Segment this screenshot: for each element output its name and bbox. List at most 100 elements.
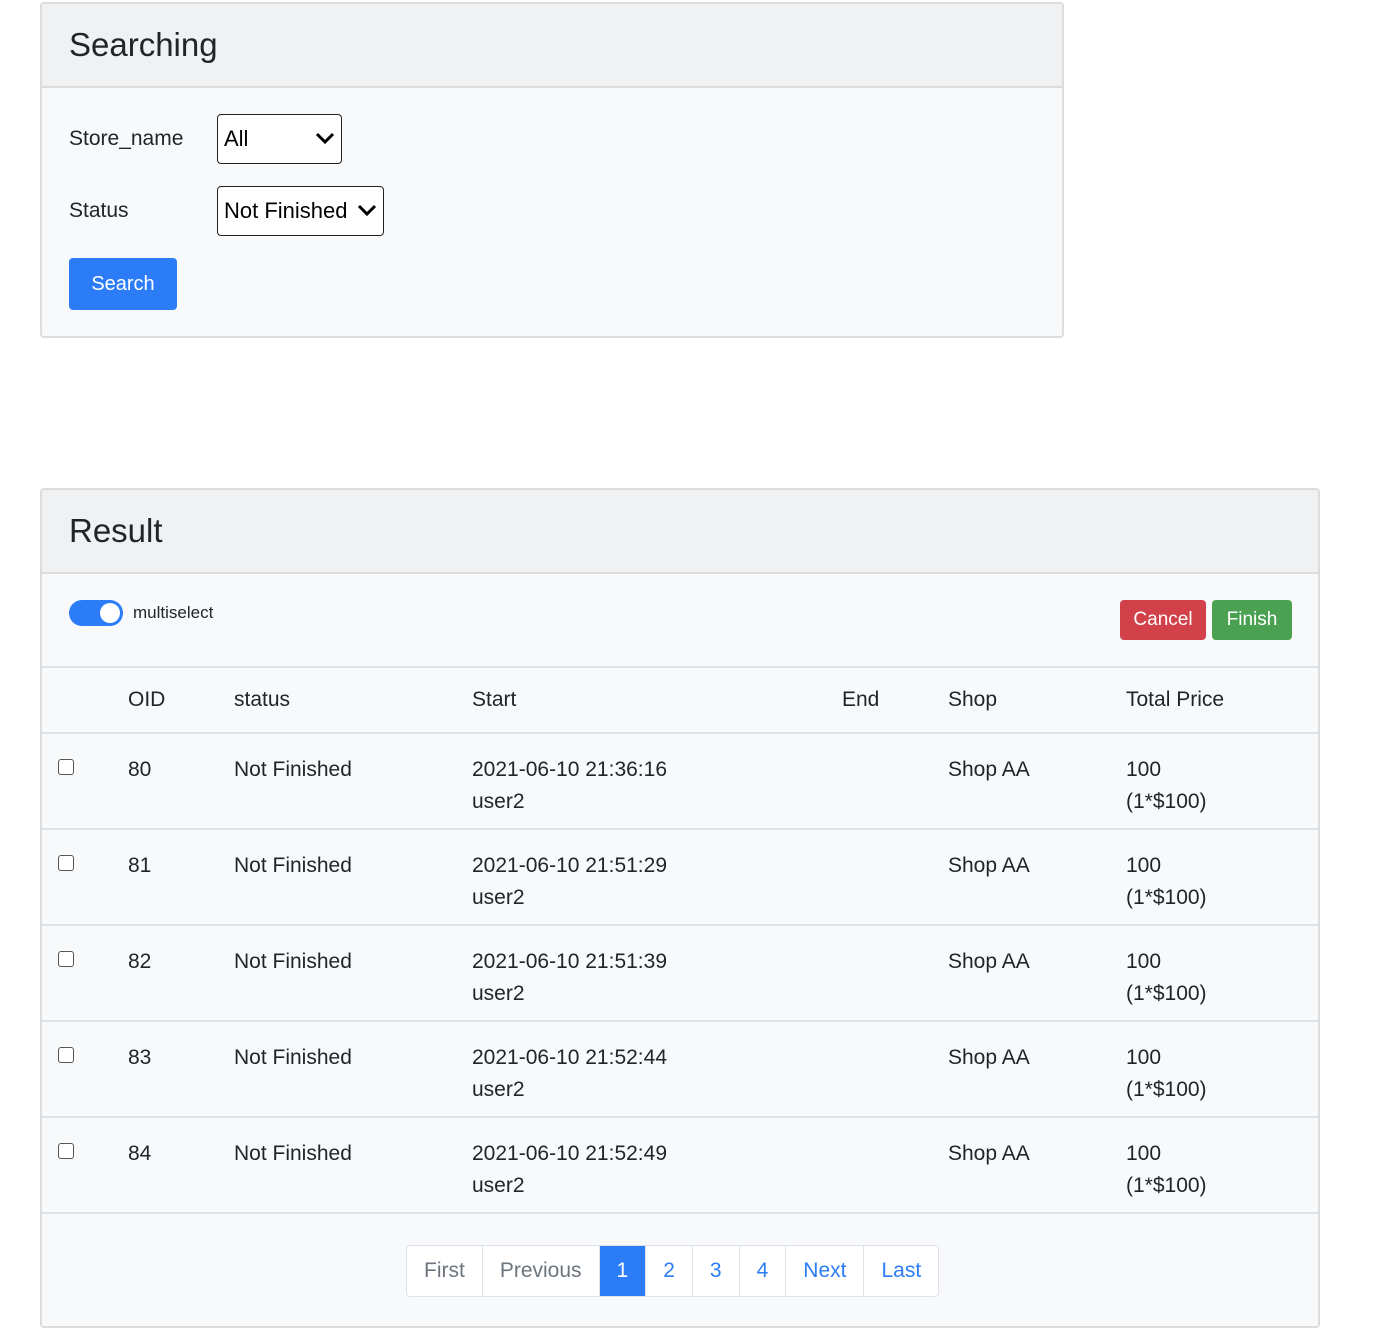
status-row: Status Not Finished (69, 186, 384, 236)
row-select-cell (42, 1021, 128, 1118)
oid-cell: 80 (128, 733, 234, 830)
oid-cell: 84 (128, 1117, 234, 1214)
shop-cell: Shop AA (948, 733, 1126, 830)
result-card: Result multiselect Cancel Finish OID sta… (40, 488, 1320, 1328)
end-cell (842, 829, 948, 926)
store-name-row: Store_name All (69, 114, 342, 164)
total-price-cell: 100 (1*$100) (1126, 925, 1318, 1022)
page-3[interactable]: 3 (693, 1246, 740, 1296)
status-select-value: Not Finished (224, 198, 348, 223)
total-price-cell: 100 (1*$100) (1126, 829, 1318, 926)
row-select-cell (42, 925, 128, 1022)
row-checkbox[interactable] (58, 1143, 74, 1159)
oid-cell: 82 (128, 925, 234, 1022)
total-price-cell: 100 (1*$100) (1126, 1117, 1318, 1214)
table-row: 82 Not Finished 2021-06-10 21:51:39 user2… (42, 925, 1318, 1022)
row-checkbox[interactable] (58, 759, 74, 775)
end-cell (842, 1021, 948, 1118)
column-header-start: Start (472, 666, 842, 734)
oid-cell: 83 (128, 1021, 234, 1118)
cancel-button[interactable]: Cancel (1120, 600, 1206, 640)
toggle-knob (100, 603, 120, 623)
status-cell: Not Finished (234, 1117, 472, 1214)
shop-cell: Shop AA (948, 1117, 1126, 1214)
orders-table: OID status Start End Shop Total Price 80… (42, 666, 1318, 1214)
page-last[interactable]: Last (864, 1246, 938, 1296)
table-row: 80 Not Finished 2021-06-10 21:36:16 user2… (42, 733, 1318, 830)
row-checkbox[interactable] (58, 951, 74, 967)
table-row: 83 Not Finished 2021-06-10 21:52:44 user2… (42, 1021, 1318, 1118)
start-user: user2 (472, 790, 525, 813)
total-price: 100 (1126, 854, 1162, 877)
start-time: 2021-06-10 21:51:39 (472, 950, 667, 973)
chevron-down-icon (315, 129, 335, 149)
start-time: 2021-06-10 21:52:49 (472, 1142, 667, 1165)
start-time: 2021-06-10 21:36:16 (472, 758, 667, 781)
row-checkbox[interactable] (58, 1047, 74, 1063)
finish-button[interactable]: Finish (1212, 600, 1292, 640)
page-4[interactable]: 4 (740, 1246, 787, 1296)
page-next[interactable]: Next (786, 1246, 865, 1296)
end-cell (842, 925, 948, 1022)
total-price-cell: 100 (1*$100) (1126, 1021, 1318, 1118)
column-header-select (42, 666, 128, 734)
status-cell: Not Finished (234, 1021, 472, 1118)
price-detail: (1*$100) (1126, 1078, 1207, 1101)
start-cell: 2021-06-10 21:52:44 user2 (472, 1021, 842, 1118)
oid-cell: 81 (128, 829, 234, 926)
row-select-cell (42, 733, 128, 830)
search-button[interactable]: Search (69, 258, 177, 310)
start-cell: 2021-06-10 21:52:49 user2 (472, 1117, 842, 1214)
store-name-label: Store_name (69, 127, 184, 150)
end-cell (842, 733, 948, 830)
total-price: 100 (1126, 1142, 1162, 1165)
price-detail: (1*$100) (1126, 982, 1207, 1005)
start-cell: 2021-06-10 21:36:16 user2 (472, 733, 842, 830)
page-1[interactable]: 1 (599, 1246, 647, 1296)
start-user: user2 (472, 982, 525, 1005)
status-label: Status (69, 199, 129, 222)
column-header-shop: Shop (948, 666, 1126, 734)
status-select[interactable]: Not Finished (217, 186, 384, 236)
shop-cell: Shop AA (948, 1021, 1126, 1118)
shop-cell: Shop AA (948, 829, 1126, 926)
chevron-down-icon (357, 201, 377, 221)
row-select-cell (42, 829, 128, 926)
page-2[interactable]: 2 (646, 1246, 693, 1296)
row-select-cell (42, 1117, 128, 1214)
start-time: 2021-06-10 21:52:44 (472, 1046, 667, 1069)
start-user: user2 (472, 886, 525, 909)
start-cell: 2021-06-10 21:51:39 user2 (472, 925, 842, 1022)
search-card: Searching Store_name All Status Not Fini… (40, 2, 1064, 338)
column-header-oid: OID (128, 666, 234, 734)
status-cell: Not Finished (234, 733, 472, 830)
status-cell: Not Finished (234, 829, 472, 926)
price-detail: (1*$100) (1126, 790, 1207, 813)
table-row: 81 Not Finished 2021-06-10 21:51:29 user2… (42, 829, 1318, 926)
start-user: user2 (472, 1174, 525, 1197)
result-card-title: Result (42, 490, 1318, 574)
page-previous[interactable]: Previous (483, 1246, 600, 1296)
multiselect-toggle[interactable] (69, 600, 123, 626)
table-header-row: OID status Start End Shop Total Price (42, 666, 1318, 734)
table-row: 84 Not Finished 2021-06-10 21:52:49 user2… (42, 1117, 1318, 1214)
column-header-status: status (234, 666, 472, 734)
row-checkbox[interactable] (58, 855, 74, 871)
total-price-cell: 100 (1*$100) (1126, 733, 1318, 830)
store-name-select[interactable]: All (217, 114, 342, 164)
search-card-title: Searching (42, 4, 1062, 88)
total-price: 100 (1126, 950, 1162, 973)
column-header-end: End (842, 666, 948, 734)
price-detail: (1*$100) (1126, 1174, 1207, 1197)
page-first[interactable]: First (407, 1246, 483, 1296)
status-cell: Not Finished (234, 925, 472, 1022)
price-detail: (1*$100) (1126, 886, 1207, 909)
shop-cell: Shop AA (948, 925, 1126, 1022)
start-user: user2 (472, 1078, 525, 1101)
end-cell (842, 1117, 948, 1214)
multiselect-label: multiselect (133, 603, 214, 622)
start-time: 2021-06-10 21:51:29 (472, 854, 667, 877)
total-price: 100 (1126, 758, 1162, 781)
start-cell: 2021-06-10 21:51:29 user2 (472, 829, 842, 926)
pagination: First Previous 1 2 3 4 Next Last (406, 1245, 940, 1297)
